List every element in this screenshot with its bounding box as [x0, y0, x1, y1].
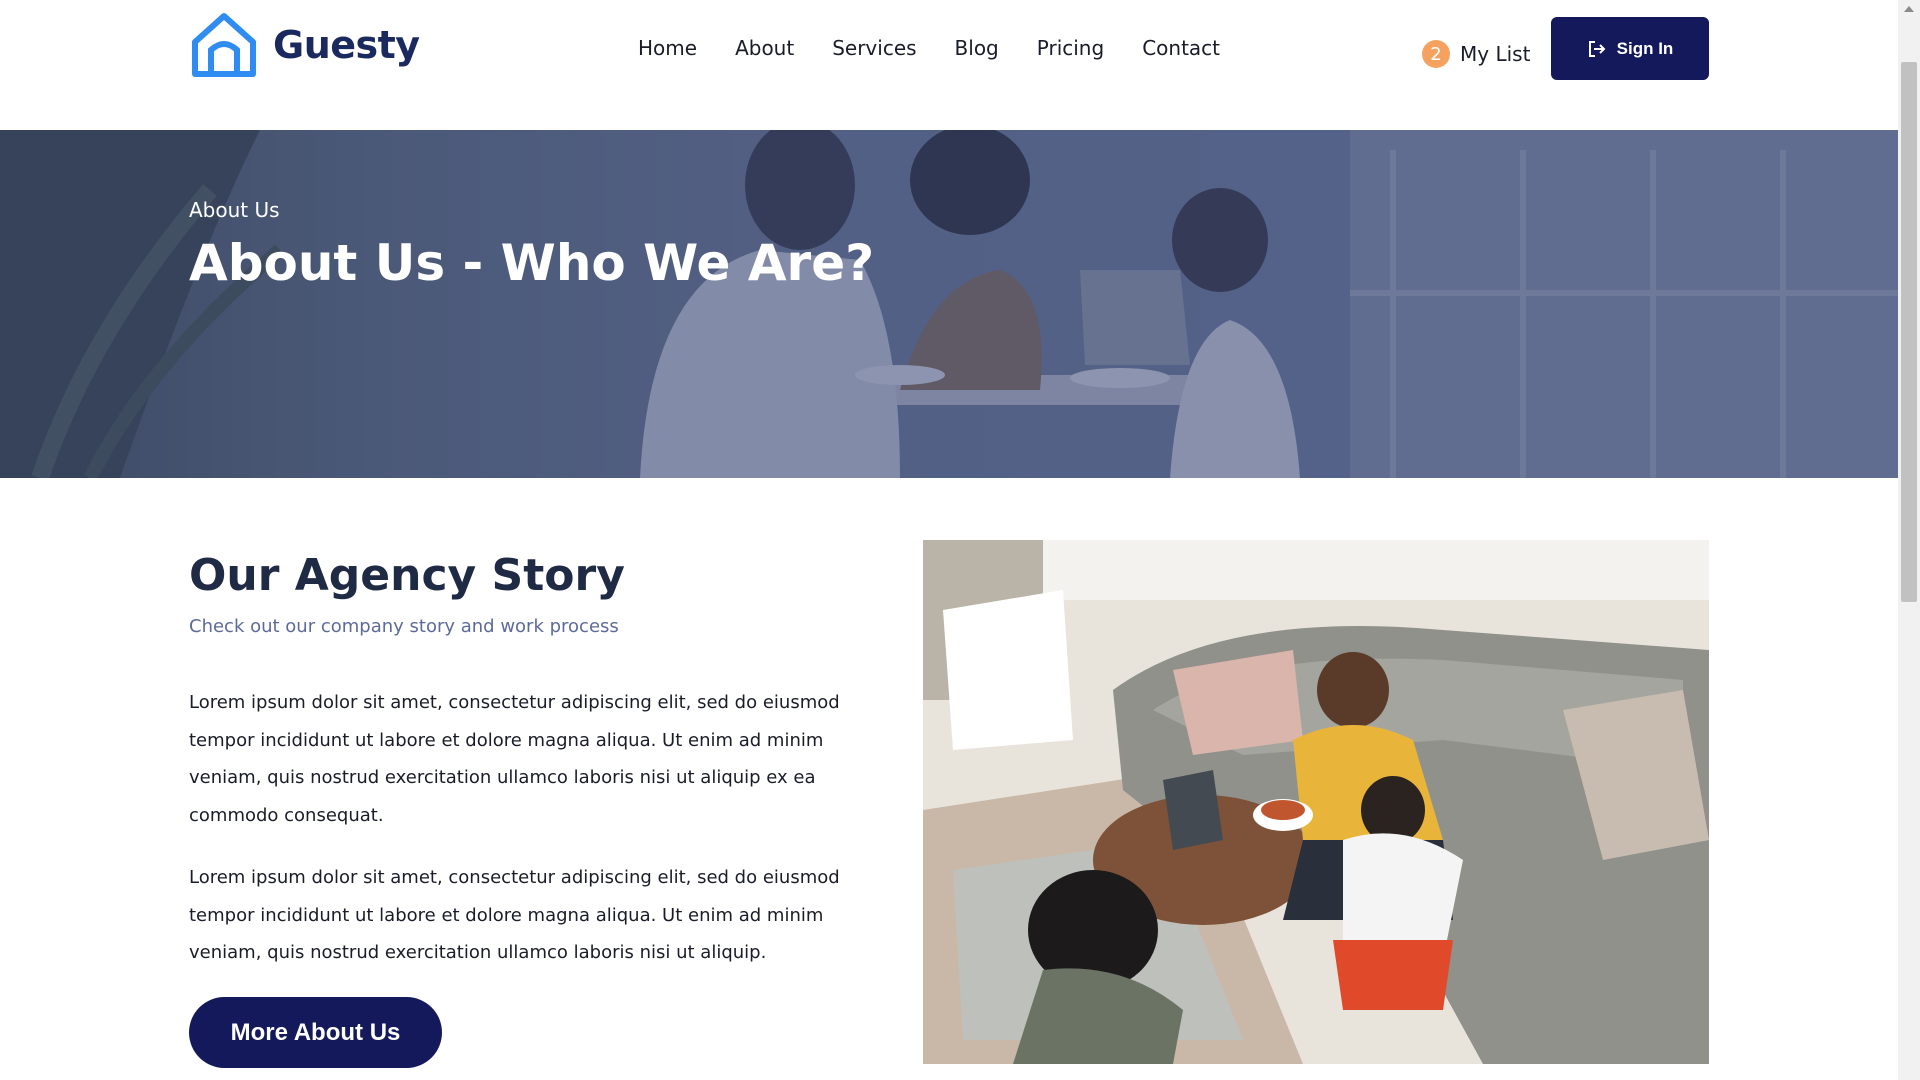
hero-title: About Us - Who We Are? — [189, 234, 875, 292]
hero-banner: About Us About Us - Who We Are? — [0, 130, 1898, 478]
main-nav: Home About Services Blog Pricing Contact — [638, 36, 1220, 60]
logo[interactable]: Guesty — [189, 10, 420, 80]
nav-blog[interactable]: Blog — [955, 36, 999, 60]
my-list-label: My List — [1460, 42, 1531, 66]
section-title: Our Agency Story — [189, 550, 625, 601]
story-paragraph-1: Lorem ipsum dolor sit amet, consectetur … — [189, 692, 840, 826]
nav-contact[interactable]: Contact — [1142, 36, 1220, 60]
nav-pricing[interactable]: Pricing — [1037, 36, 1104, 60]
page-scrollbar[interactable] — [1898, 0, 1920, 1080]
scroll-up-arrow-icon[interactable] — [1904, 6, 1914, 12]
nav-services[interactable]: Services — [832, 36, 916, 60]
family-photo-illustration — [923, 540, 1709, 1064]
sign-in-button[interactable]: Sign In — [1551, 17, 1709, 80]
sign-in-label: Sign In — [1616, 38, 1674, 58]
hero-breadcrumb: About Us — [189, 198, 280, 222]
nav-home[interactable]: Home — [638, 36, 697, 60]
family-living-room-photo — [923, 540, 1709, 1064]
hero-overlay — [0, 130, 1898, 478]
section-subtitle: Check out our company story and work pro… — [189, 616, 619, 637]
brand-name: Guesty — [273, 23, 420, 67]
story-paragraph-2: Lorem ipsum dolor sit amet, consectetur … — [189, 867, 840, 963]
scroll-thumb[interactable] — [1901, 62, 1917, 602]
more-about-us-button[interactable]: More About Us — [189, 997, 442, 1068]
nav-about[interactable]: About — [735, 36, 794, 60]
house-logo-icon — [192, 13, 256, 77]
my-list-link[interactable]: 2 My List — [1422, 40, 1530, 68]
sign-in-icon — [1588, 40, 1606, 57]
my-list-count-badge: 2 — [1422, 40, 1450, 68]
site-header: Guesty Home About Services Blog Pricing … — [0, 0, 1898, 130]
